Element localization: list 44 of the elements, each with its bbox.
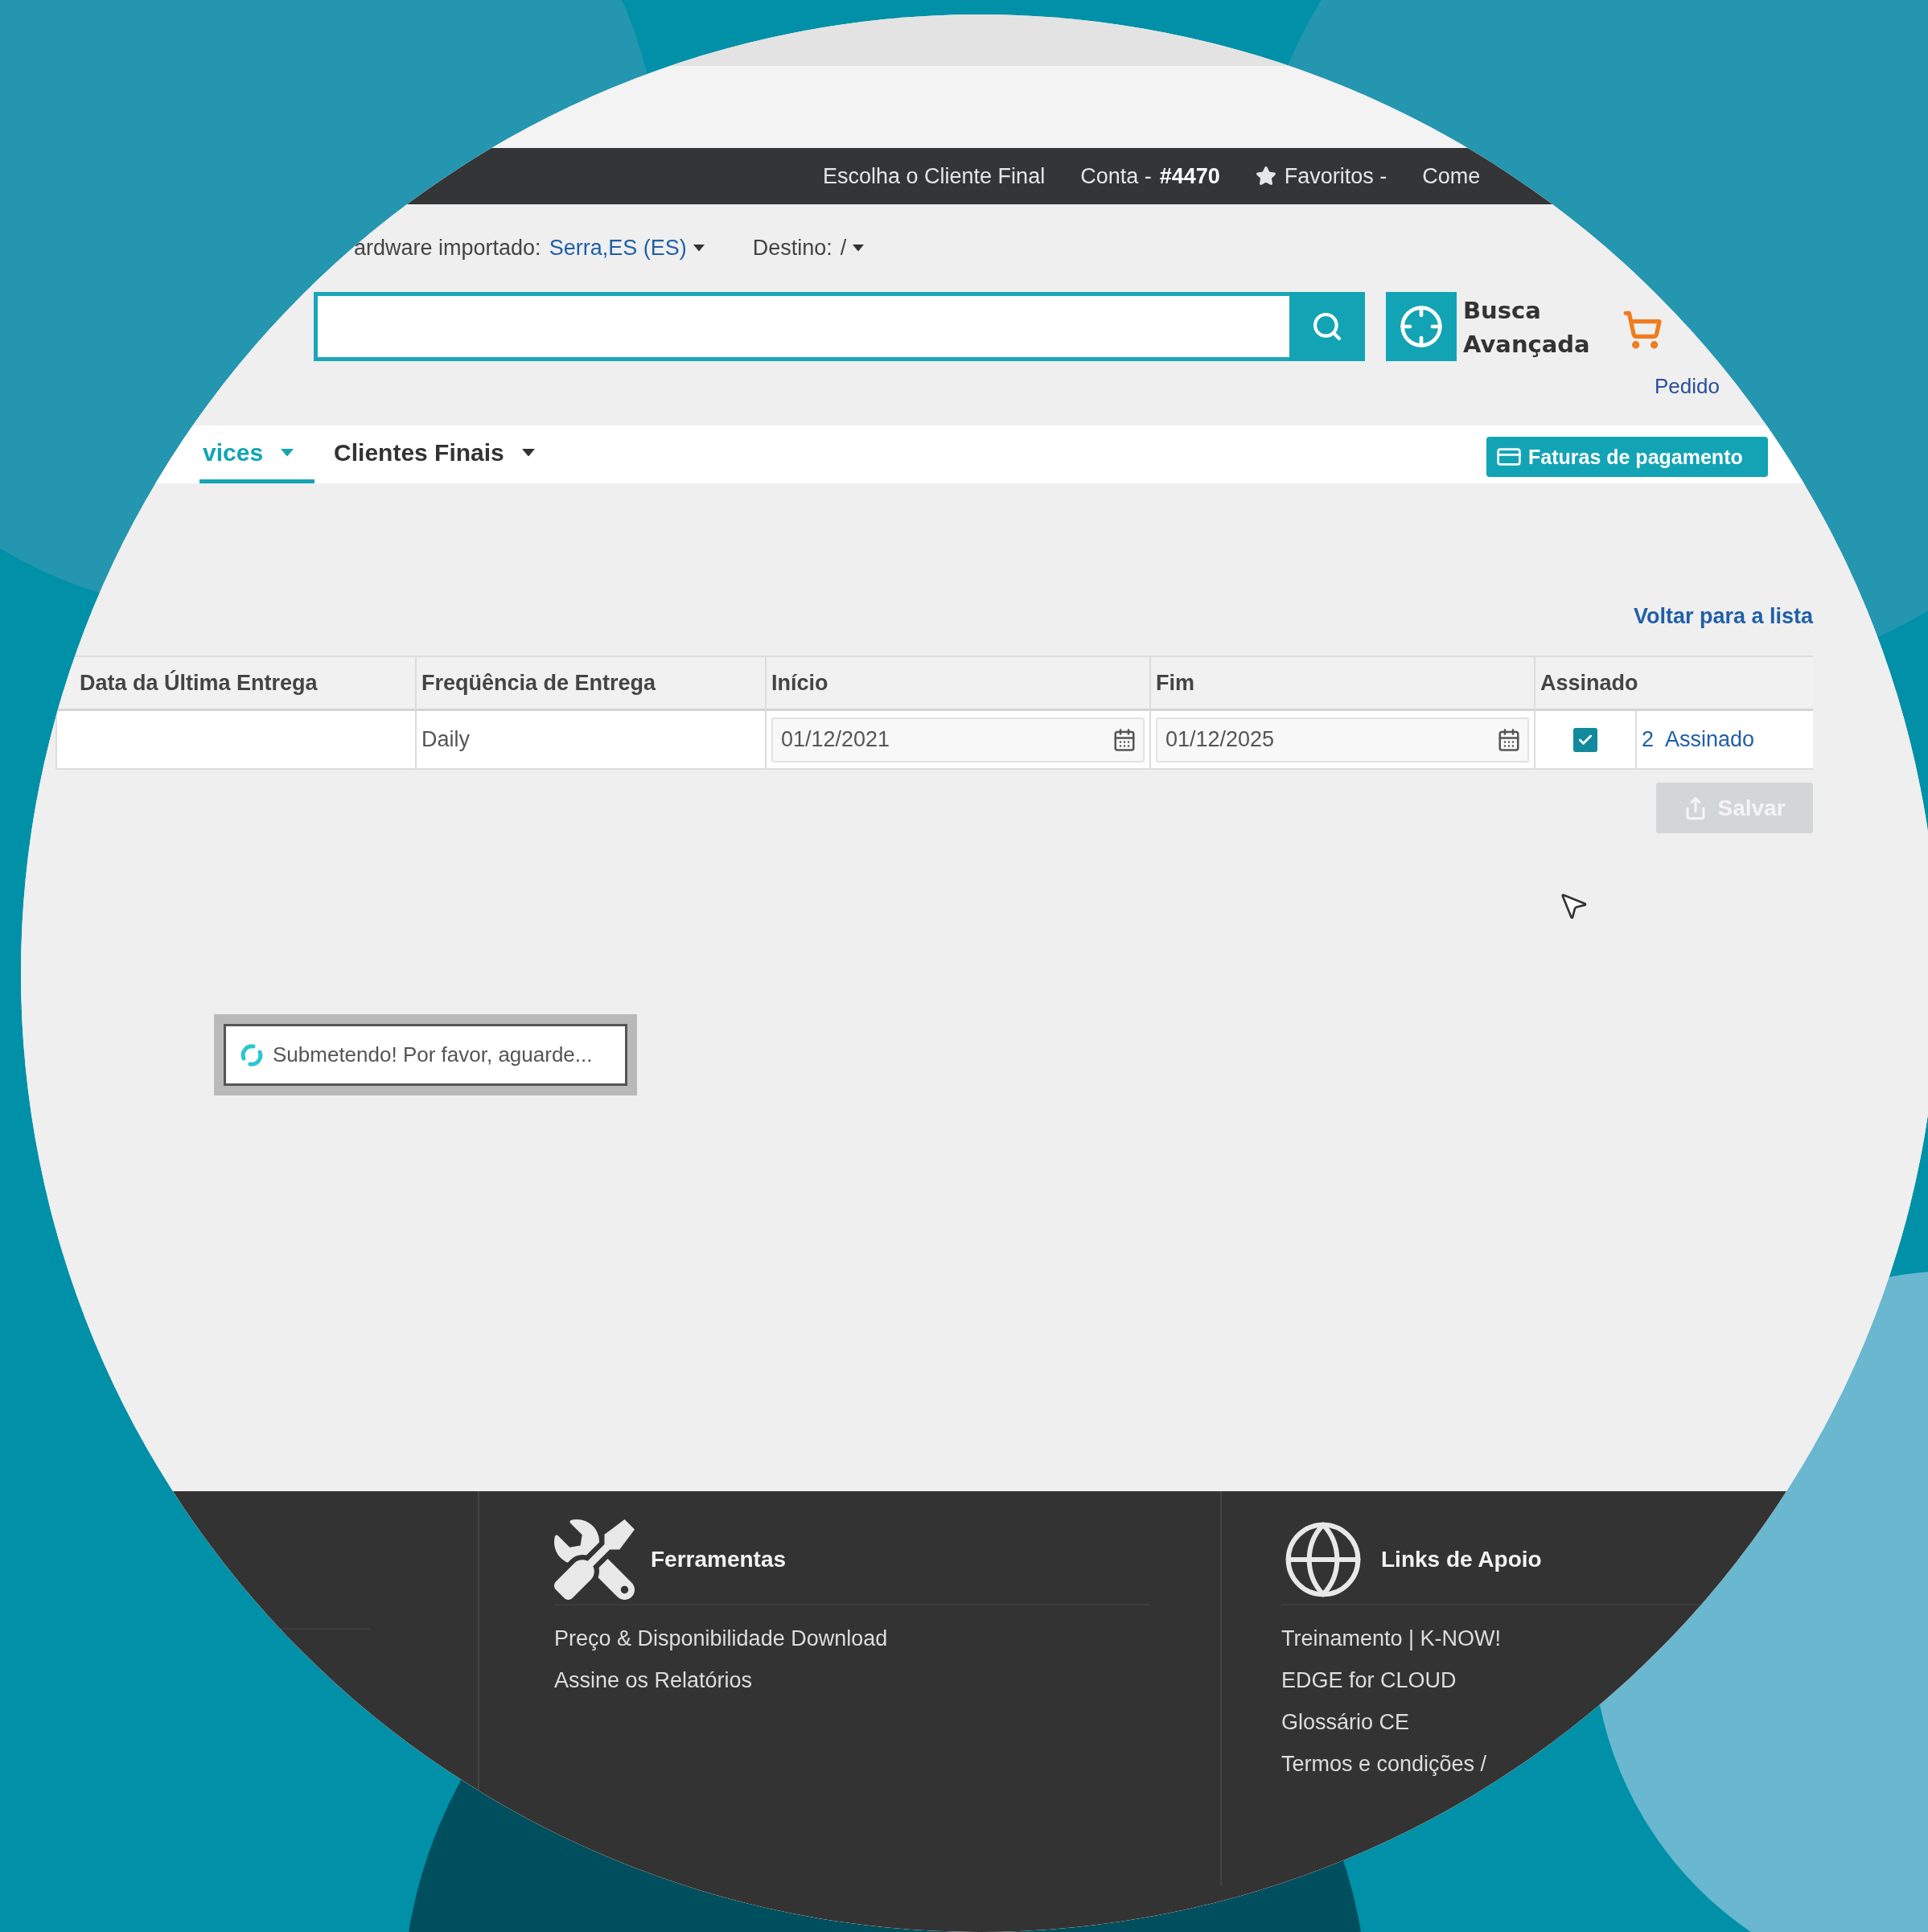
search-icon xyxy=(1311,310,1343,343)
order-link[interactable]: Pedido xyxy=(1655,374,1720,399)
hardware-label: ardware importado: xyxy=(354,236,541,261)
star-icon xyxy=(1255,166,1276,187)
account-menu[interactable]: Conta - #4470 xyxy=(1080,163,1220,189)
end-date-field[interactable]: 01/12/2025 xyxy=(1156,717,1529,763)
column-header: Freqüência de Entrega xyxy=(415,657,765,711)
calendar-icon[interactable] xyxy=(1112,727,1137,752)
table-cell: Daily xyxy=(415,711,765,768)
advanced-search-link[interactable]: Busca Avançada xyxy=(1463,294,1616,361)
hardware-location-dropdown[interactable]: Serra,ES (ES) xyxy=(549,236,705,261)
advanced-search-button[interactable] xyxy=(1386,292,1457,361)
back-to-list-link[interactable]: Voltar para a lista xyxy=(1633,604,1813,629)
top-bar-link[interactable]: Escolha o Cliente Final xyxy=(823,163,1046,189)
footer-link[interactable]: Glossário CE xyxy=(1281,1710,1410,1735)
caret-icon xyxy=(853,245,865,252)
cart-icon[interactable] xyxy=(1622,310,1663,350)
tools-icon xyxy=(554,1519,635,1600)
destination-dropdown[interactable]: / xyxy=(840,236,865,261)
column-header: Assinado xyxy=(1534,657,1813,711)
search-field[interactable] xyxy=(314,292,1289,361)
footer-link[interactable]: EDGE for CLOUD xyxy=(1281,1668,1457,1693)
destination-label: Destino: xyxy=(752,236,832,261)
nav-tab[interactable]: Clientes Finais xyxy=(331,425,556,483)
favorites-menu[interactable]: Favoritos - xyxy=(1255,163,1387,189)
column-header: Data da Última Entrega xyxy=(55,657,415,711)
caret-icon xyxy=(281,448,294,457)
signed-checkbox[interactable] xyxy=(1573,727,1597,752)
crosshair-icon xyxy=(1399,304,1444,349)
caret-icon xyxy=(521,448,535,457)
column-header: Início xyxy=(765,657,1149,711)
column-header: Fim xyxy=(1149,657,1534,711)
top-bar-link[interactable]: Come xyxy=(1422,163,1481,189)
footer-link[interactable]: Assine os Relatórios xyxy=(554,1668,753,1693)
calendar-icon[interactable] xyxy=(1497,727,1521,752)
footer-heading: Ferramentas xyxy=(651,1547,787,1572)
footer-link[interactable]: Termos e condições / xyxy=(1281,1752,1487,1777)
search-button[interactable] xyxy=(1289,292,1365,361)
caret-icon xyxy=(693,245,705,252)
start-date-field[interactable]: 01/12/2021 xyxy=(771,717,1145,763)
footer-link[interactable]: Preço & Disponibilidade Download xyxy=(554,1626,888,1651)
footer-link[interactable]: Treinamento | K-NOW! xyxy=(1281,1626,1502,1651)
loading-message: Submetendo! Por favor, aguarde... xyxy=(273,1042,593,1067)
footer-heading: Links de Apoio xyxy=(1381,1547,1542,1572)
